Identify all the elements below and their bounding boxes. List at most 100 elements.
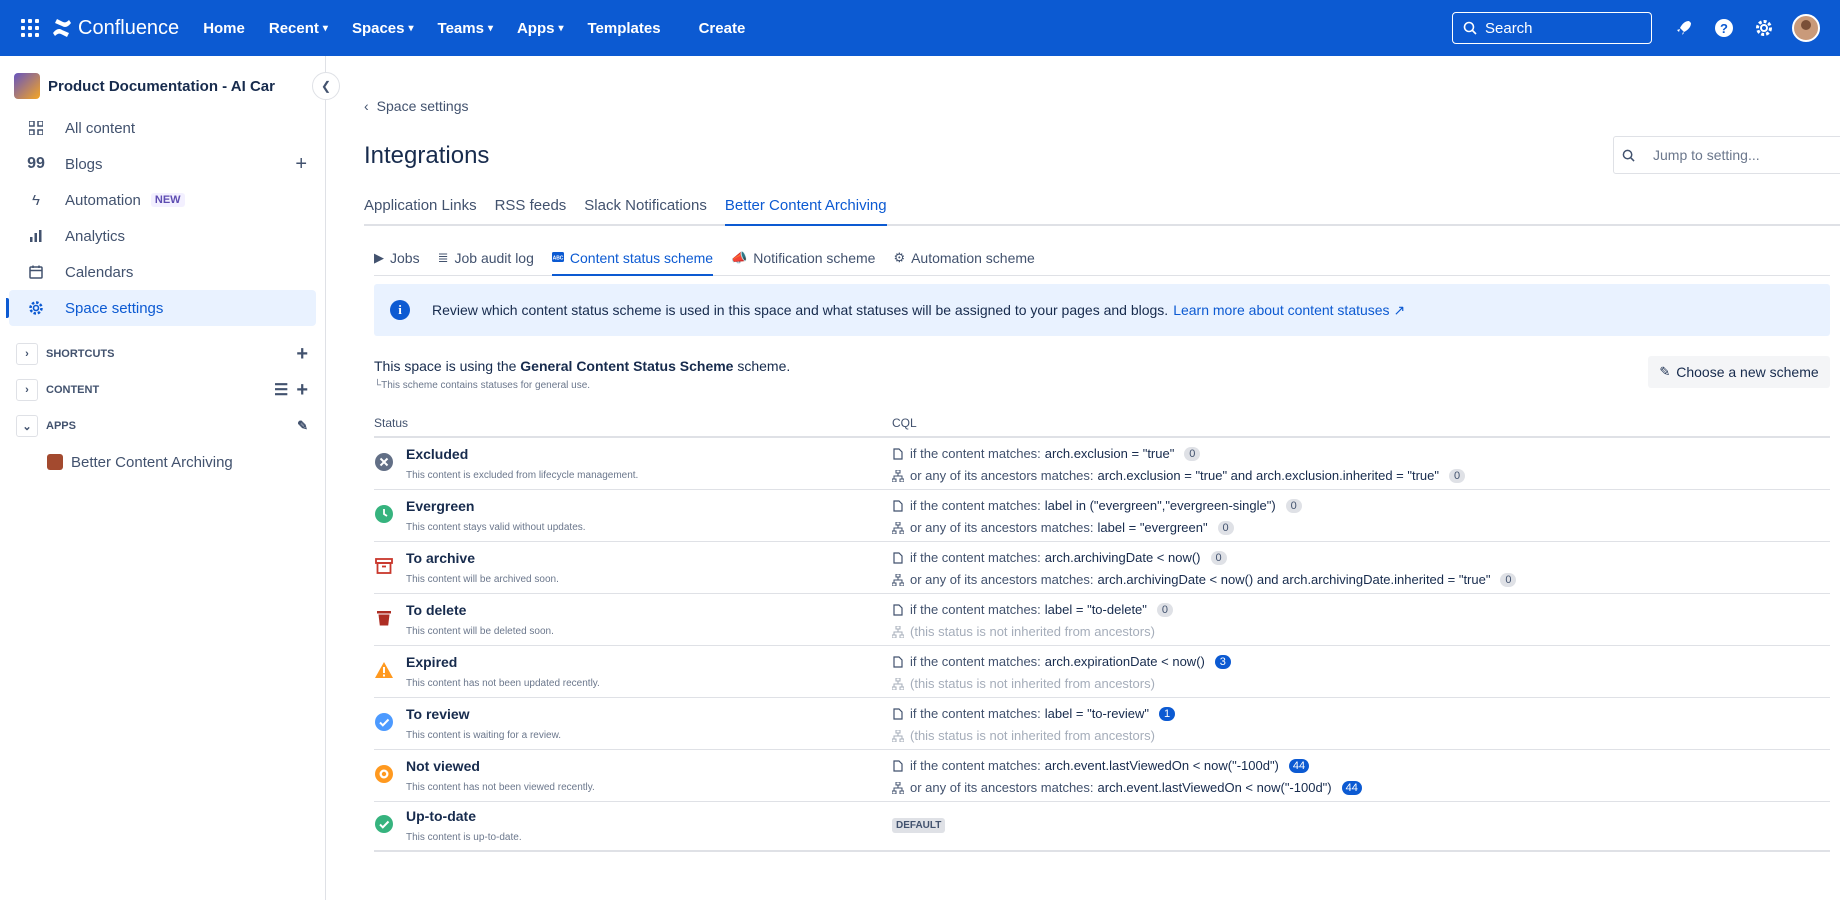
collapse-sidebar-button[interactable]: ❮	[312, 72, 340, 100]
eye-icon	[374, 764, 394, 784]
tab-slack-notifications[interactable]: Slack Notifications	[584, 194, 707, 224]
nav-recent-label: Recent	[268, 19, 319, 37]
grid-icon	[27, 121, 45, 135]
table-header: Status CQL	[374, 416, 1830, 438]
table-row: Expired This content has not been update…	[374, 646, 1830, 698]
add-blog-icon[interactable]: +	[295, 153, 307, 176]
status-description: This content stays valid without updates…	[406, 522, 586, 533]
search-icon	[1463, 21, 1477, 35]
list-icon: ≣	[437, 250, 449, 265]
nav-templates[interactable]: Templates	[588, 20, 661, 37]
sidebar-item-automation[interactable]: ϟ Automation NEW	[9, 182, 316, 218]
add-content-icon[interactable]: +	[296, 379, 308, 402]
status-name: Up-to-date	[406, 808, 476, 824]
add-shortcut-icon[interactable]: +	[296, 343, 308, 366]
tab-better-content-archiving[interactable]: Better Content Archiving	[724, 194, 887, 226]
subtab-automation-scheme[interactable]: ⚙ Automation scheme	[893, 246, 1034, 275]
cql-query: label = "to-delete"	[1044, 602, 1147, 617]
back-to-space-settings-link[interactable]: ‹ Space settings	[364, 98, 469, 114]
create-button[interactable]: Create	[699, 20, 746, 37]
scheme-name: General Content Status Scheme	[520, 358, 734, 374]
sidebar-section-shortcuts[interactable]: › SHORTCUTS +	[0, 336, 325, 372]
jump-placeholder: Jump to setting...	[1653, 147, 1760, 163]
page-title: Integrations	[364, 142, 490, 169]
learn-more-link[interactable]: Learn more about content statuses ↗	[1173, 302, 1405, 319]
integration-tabs: Application Links RSS feeds Slack Notifi…	[364, 194, 1840, 226]
table-row: Not viewed This content has not been vie…	[374, 750, 1830, 802]
jump-to-setting-input[interactable]: Jump to setting...	[1613, 136, 1840, 174]
cql-lead: if the content matches:	[910, 550, 1041, 565]
back-label: Space settings	[376, 98, 469, 114]
cql-lead: if the content matches:	[910, 758, 1041, 773]
hierarchy-icon	[892, 625, 904, 638]
rocket-icon[interactable]	[1672, 16, 1696, 40]
sidebar-app-better-content-archiving[interactable]: Better Content Archiving	[0, 444, 325, 480]
tab-application-links[interactable]: Application Links	[364, 194, 477, 224]
sidebar-item-label: Blogs	[65, 155, 103, 173]
match-count[interactable]: 1	[1159, 706, 1176, 721]
app-switcher-icon[interactable]	[20, 18, 40, 38]
nav-spaces[interactable]: Spaces ▾	[352, 20, 414, 37]
match-count[interactable]: 44	[1288, 758, 1310, 773]
sidebar-item-label: Space settings	[65, 299, 164, 317]
cql-lead: or any of its ancestors matches:	[910, 520, 1094, 535]
cql-lead: or any of its ancestors matches:	[910, 572, 1094, 587]
section-label: APPS	[46, 420, 76, 432]
nav-apps[interactable]: Apps ▾	[517, 20, 564, 37]
subtab-jobs[interactable]: ▶ Jobs	[374, 246, 420, 275]
archiving-subtabs: ▶ Jobs ≣ Job audit log ABC Content statu…	[374, 246, 1830, 276]
subtab-job-audit-log[interactable]: ≣ Job audit log	[438, 246, 534, 275]
search-input[interactable]: Search	[1452, 12, 1652, 44]
chevron-down-icon: ▾	[558, 22, 564, 34]
subtab-content-status-scheme[interactable]: ABC Content status scheme	[551, 246, 714, 276]
sidebar-item-space-settings[interactable]: Space settings	[6, 290, 316, 326]
nav-recent[interactable]: Recent ▾	[269, 20, 328, 37]
filter-icon[interactable]: ☰	[274, 380, 288, 400]
evergreen-clock-icon	[374, 504, 394, 524]
status-description: This content will be archived soon.	[406, 574, 559, 585]
cql-line-content: if the content matches: arch.exclusion =…	[892, 446, 1201, 461]
cql-lead: if the content matches:	[910, 446, 1041, 461]
sidebar-section-apps[interactable]: ⌄ APPS ✎	[0, 408, 325, 444]
chevron-right-icon[interactable]: ›	[16, 379, 38, 401]
sidebar-item-calendars[interactable]: Calendars	[9, 254, 316, 290]
status-name: To review	[406, 706, 470, 722]
edit-pencil-icon[interactable]: ✎	[297, 418, 308, 434]
abc-icon: ABC	[551, 250, 564, 265]
pencil-icon: ✎	[1659, 364, 1671, 379]
status-description: This content has not been viewed recentl…	[406, 782, 595, 793]
subtab-notification-scheme[interactable]: 📣 Notification scheme	[731, 246, 875, 275]
nav-home[interactable]: Home	[203, 20, 245, 37]
chevron-down-icon[interactable]: ⌄	[16, 415, 38, 437]
sidebar-item-blogs[interactable]: 99 Blogs +	[9, 146, 316, 182]
match-count[interactable]: 44	[1341, 780, 1362, 795]
cql-lead: if the content matches:	[910, 602, 1041, 617]
match-count[interactable]: 3	[1214, 654, 1231, 669]
choose-new-scheme-button[interactable]: ✎ Choose a new scheme	[1648, 356, 1830, 388]
settings-gear-icon[interactable]	[1752, 16, 1776, 40]
hierarchy-icon	[892, 573, 904, 586]
chevron-right-icon[interactable]: ›	[16, 343, 38, 365]
subtab-label: Notification scheme	[753, 250, 876, 266]
cql-lead: or any of its ancestors matches:	[910, 780, 1094, 795]
table-row: Excluded This content is excluded from l…	[374, 438, 1830, 490]
cql-line-content: if the content matches: label = "to-revi…	[892, 706, 1176, 721]
help-icon[interactable]: ?	[1712, 16, 1736, 40]
space-header[interactable]: Product Documentation - AI Car	[0, 66, 325, 106]
tab-rss-feeds[interactable]: RSS feeds	[495, 194, 567, 224]
table-row: To archive This content will be archived…	[374, 542, 1830, 594]
trash-icon	[374, 608, 394, 628]
cql-line-ancestors: (this status is not inherited from ances…	[892, 728, 1155, 743]
sidebar-item-analytics[interactable]: Analytics	[9, 218, 316, 254]
confluence-logo[interactable]: Confluence	[52, 17, 179, 40]
page-icon	[892, 499, 904, 512]
cql-line-ancestors: or any of its ancestors matches: arch.ev…	[892, 780, 1362, 795]
cql-line-ancestors: or any of its ancestors matches: arch.ar…	[892, 572, 1517, 587]
sidebar-section-content[interactable]: › CONTENT ☰ +	[0, 372, 325, 408]
cql-line-ancestors: (this status is not inherited from ances…	[892, 676, 1155, 691]
app-label: Better Content Archiving	[71, 453, 233, 471]
sidebar-item-all-content[interactable]: All content	[9, 110, 316, 146]
status-name: Evergreen	[406, 498, 475, 514]
nav-teams[interactable]: Teams ▾	[438, 20, 493, 37]
user-avatar[interactable]	[1792, 14, 1820, 42]
